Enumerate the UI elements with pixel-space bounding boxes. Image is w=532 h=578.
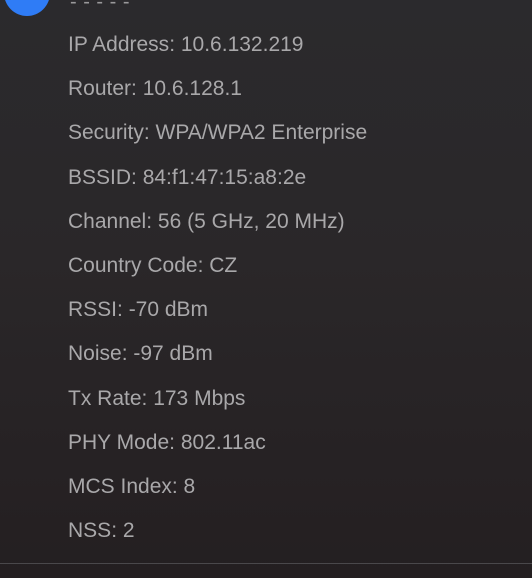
label-separator: : xyxy=(171,474,184,498)
detail-label: BSSID xyxy=(68,165,132,189)
detail-tx-rate: Tx Rate: 173 Mbps xyxy=(68,384,367,428)
detail-phy-mode: PHY Mode: 802.11ac xyxy=(68,428,367,472)
detail-value: 802.11ac xyxy=(180,430,266,454)
detail-label: Noise xyxy=(68,342,122,366)
wifi-details-panel: - - - - - IP Address: 10.6.132.219 Route… xyxy=(0,0,532,578)
detail-country-code: Country Code: CZ xyxy=(68,251,367,295)
detail-value: 173 Mbps xyxy=(153,386,246,410)
detail-value: 84:f1:47:15:a8:2e xyxy=(142,165,307,189)
detail-router: Router: 10.6.128.1 xyxy=(68,74,367,118)
detail-mcs-index: MCS Index: 8 xyxy=(68,472,367,516)
detail-label: Security xyxy=(68,121,144,145)
detail-value: 10.6.132.219 xyxy=(180,33,304,56)
label-separator: : xyxy=(121,342,134,366)
detail-label: NSS xyxy=(68,519,112,543)
detail-rssi: RSSI: -70 dBm xyxy=(68,295,367,339)
label-separator: : xyxy=(169,430,181,454)
label-separator: : xyxy=(131,165,143,189)
detail-label: RSSI xyxy=(68,298,118,322)
label-separator: : xyxy=(169,33,181,56)
detail-label: PHY Mode xyxy=(68,430,170,454)
label-separator: : xyxy=(141,386,154,410)
detail-value: CZ xyxy=(209,253,238,277)
detail-value: 10.6.128.1 xyxy=(142,77,242,101)
detail-value: 8 xyxy=(183,474,196,498)
detail-security: Security: WPA/WPA2 Enterprise xyxy=(68,118,367,162)
label-separator: : xyxy=(111,519,123,543)
detail-label: IP Address xyxy=(68,33,170,56)
detail-label: Router xyxy=(68,77,132,101)
detail-label: Channel xyxy=(68,209,147,233)
label-separator: : xyxy=(197,253,210,277)
label-separator: : xyxy=(143,121,156,145)
detail-value: WPA/WPA2 Enterprise xyxy=(155,121,368,145)
network-details-list: IP Address: 10.6.132.219 Router: 10.6.12… xyxy=(68,30,367,560)
network-name: - - - - - xyxy=(70,0,131,13)
label-separator: : xyxy=(117,298,129,322)
detail-ip-address: IP Address: 10.6.132.219 xyxy=(68,30,367,74)
detail-noise: Noise: -97 dBm xyxy=(68,339,367,383)
detail-label: Country Code xyxy=(68,253,198,277)
detail-value: 2 xyxy=(122,519,135,543)
detail-nss: NSS: 2 xyxy=(68,516,367,560)
label-separator: : xyxy=(131,77,143,101)
label-separator: : xyxy=(146,209,158,233)
detail-channel: Channel: 56 (5 GHz, 20 MHz) xyxy=(68,207,367,251)
detail-label: MCS Index xyxy=(68,474,172,498)
detail-value: -97 dBm xyxy=(133,342,213,366)
wifi-network-icon xyxy=(4,0,50,16)
detail-value: -70 dBm xyxy=(128,298,209,322)
detail-label: Tx Rate xyxy=(68,386,142,410)
detail-bssid: BSSID: 84:f1:47:15:a8:2e xyxy=(68,163,367,207)
detail-value: 56 (5 GHz, 20 MHz) xyxy=(157,209,345,233)
menu-divider xyxy=(0,563,532,564)
